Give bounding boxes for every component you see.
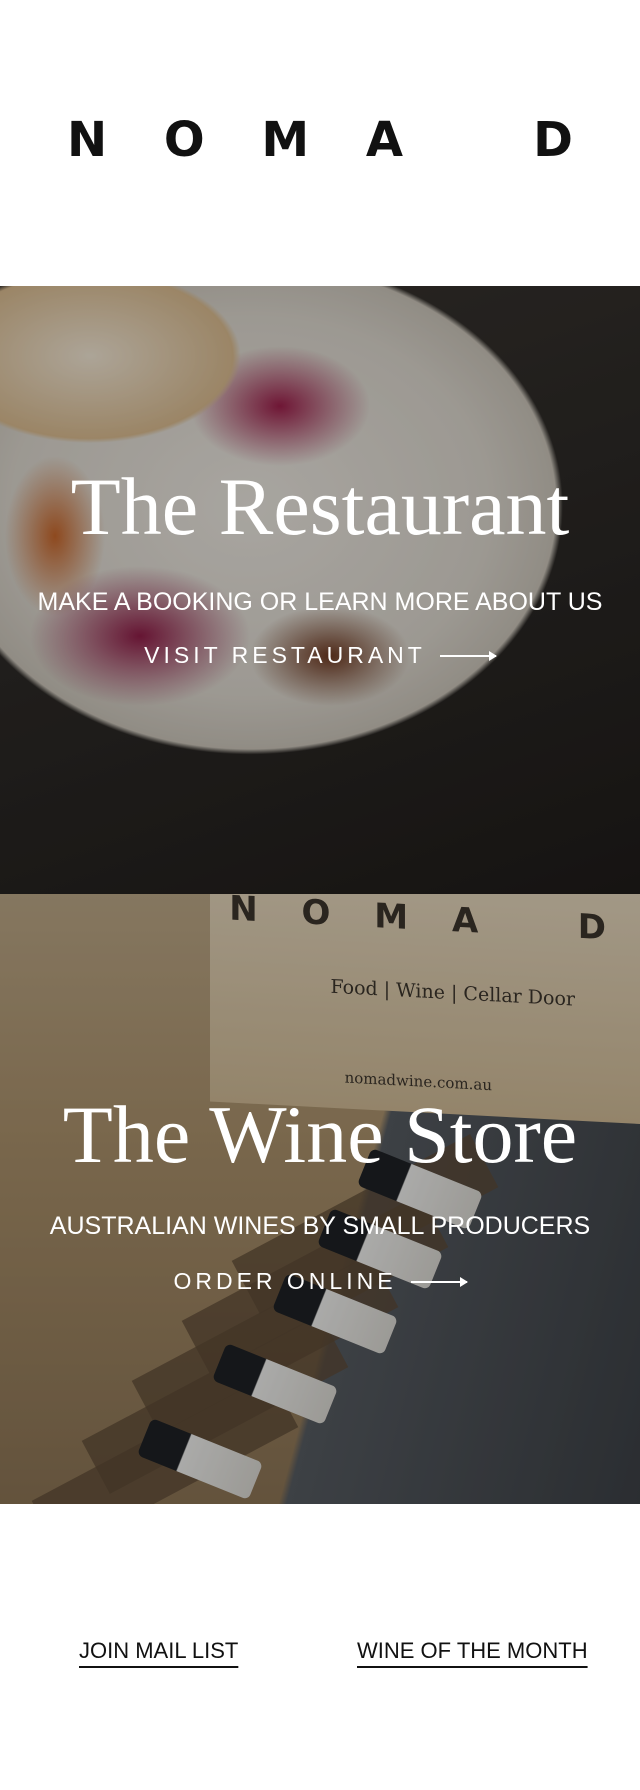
wine-store-content: The Wine Store AUSTRALIAN WINES BY SMALL… <box>0 1094 640 1295</box>
wine-store-panel[interactable]: N O M A D Food | Wine | Cellar Door noma… <box>0 894 640 1504</box>
join-mail-list-link[interactable]: JOIN MAIL LIST <box>79 1638 238 1664</box>
wine-store-title: The Wine Store <box>62 1089 578 1180</box>
restaurant-content: The Restaurant MAKE A BOOKING OR LEARN M… <box>0 466 640 669</box>
nomad-logo[interactable]: N O M A D <box>0 112 640 168</box>
arrow-right-icon <box>439 650 497 661</box>
restaurant-panel[interactable]: The Restaurant MAKE A BOOKING OR LEARN M… <box>0 286 640 894</box>
footer: JOIN MAIL LIST WINE OF THE MONTH <box>0 1504 640 1790</box>
restaurant-title: The Restaurant <box>70 461 570 552</box>
header: N O M A D <box>0 0 640 286</box>
arrow-right-icon <box>410 1276 468 1287</box>
order-online-label: ORDER ONLINE <box>173 1268 397 1294</box>
restaurant-subtitle: MAKE A BOOKING OR LEARN MORE ABOUT US <box>37 588 603 616</box>
visit-restaurant-label: VISIT RESTAURANT <box>144 642 426 668</box>
order-online-link[interactable]: ORDER ONLINE <box>173 1268 468 1295</box>
wine-of-the-month-link[interactable]: WINE OF THE MONTH <box>357 1638 588 1664</box>
wine-store-subtitle: AUSTRALIAN WINES BY SMALL PRODUCERS <box>49 1212 591 1240</box>
visit-restaurant-link[interactable]: VISIT RESTAURANT <box>144 642 497 669</box>
